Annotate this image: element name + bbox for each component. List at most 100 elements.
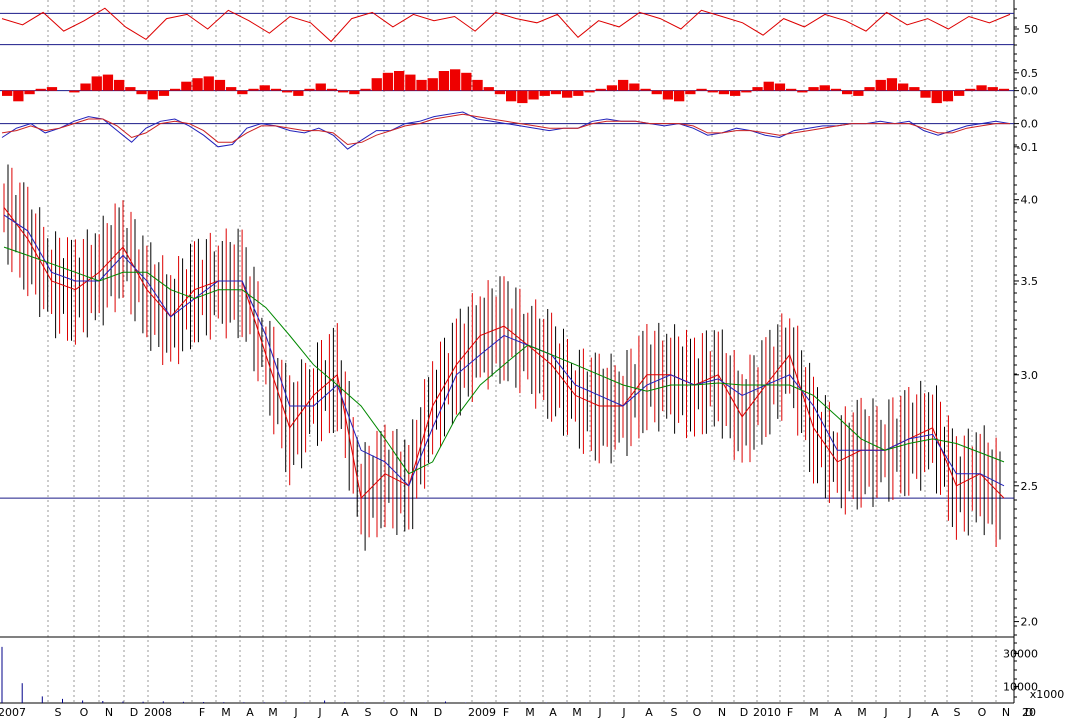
momentum-bar	[259, 85, 270, 91]
x-tick-label: A	[834, 706, 842, 719]
momentum-bar	[416, 79, 427, 91]
y-tick-label: 3.5	[1021, 275, 1039, 288]
momentum-bar	[382, 72, 394, 91]
momentum-bar	[674, 90, 685, 102]
momentum-bar	[931, 90, 942, 104]
momentum-bar	[741, 90, 752, 93]
y-tick-label: 30000	[1003, 648, 1038, 661]
momentum-bar	[360, 88, 371, 91]
momentum-bar	[539, 90, 550, 96]
momentum-bar	[763, 81, 774, 91]
x-tick-label: S	[671, 706, 678, 719]
x-tick-label: O	[80, 706, 89, 719]
momentum-bar	[696, 88, 707, 91]
momentum-bar	[394, 71, 405, 91]
momentum-bar	[842, 90, 853, 95]
x-tick-label: S	[365, 706, 372, 719]
chart-canvas: 50 0.50.0 0.0-0.1 4.03.53.02.52.0 300001…	[0, 0, 1065, 719]
x-tick-label: J	[317, 706, 321, 719]
momentum-bar	[987, 87, 998, 91]
axes: 2007 S O N D 2008 F M A M J J A S O N D 2009 F M A M J J A S O N D 20…	[0, 706, 1036, 719]
stock-chart: 50 0.5 0.0 0.0 -0.1 4.0 3.5 3.0 2.5 2.0 30000 1…	[0, 0, 1070, 721]
rsi-panel: 50	[0, 7, 1038, 55]
momentum-bar	[562, 90, 573, 98]
momentum-bar	[752, 87, 763, 91]
x-tick-label: 2008	[144, 706, 172, 719]
momentum-bar	[237, 90, 248, 95]
momentum-bar	[808, 87, 819, 91]
momentum-bar	[214, 79, 226, 91]
x-tick-label: F	[199, 706, 205, 719]
momentum-bar	[629, 83, 640, 91]
momentum-bar	[584, 90, 595, 93]
momentum-bar	[640, 88, 651, 91]
momentum-bar	[147, 90, 158, 100]
momentum-bar	[942, 90, 954, 102]
x-tick-label: S	[55, 706, 62, 719]
panel-frames	[0, 0, 1015, 704]
momentum-bar	[2, 90, 13, 96]
momentum-bar	[875, 79, 886, 91]
momentum-bar	[718, 90, 730, 95]
x-tick-label: D	[740, 706, 748, 719]
momentum-bar	[864, 87, 875, 91]
momentum-bar	[338, 90, 349, 93]
momentum-bar	[819, 85, 830, 91]
x-tick-label: M	[525, 706, 535, 719]
y-tick-label: 4.0	[1021, 194, 1039, 207]
x-tick-label: O	[978, 706, 987, 719]
x-tick-label: 2009	[468, 706, 496, 719]
x-tick-label: F	[503, 706, 509, 719]
momentum-bar	[125, 87, 136, 91]
x-tick-label: S	[954, 706, 961, 719]
macd-panel: 0.0 -0.1	[0, 111, 1038, 164]
momentum-bar	[494, 90, 506, 95]
momentum-panel: 0.50.0	[0, 60, 1039, 107]
momentum-bar	[573, 90, 584, 96]
momentum-bar	[965, 88, 976, 91]
y-tick-label: 0.0	[1021, 85, 1039, 98]
momentum-bar	[606, 85, 618, 91]
momentum-bar	[506, 90, 517, 102]
momentum-bar	[662, 90, 674, 100]
momentum-bar	[920, 90, 931, 98]
x-tick-label: A	[549, 706, 557, 719]
x-tick-label: J	[597, 706, 601, 719]
momentum-bar	[472, 79, 483, 91]
x-tick-label: M	[809, 706, 819, 719]
momentum-bar	[304, 88, 315, 91]
momentum-bar	[438, 71, 450, 91]
x-tick-label: 2010	[753, 706, 781, 719]
momentum-bar	[326, 88, 338, 91]
signal-line	[1, 113, 1010, 146]
momentum-bar	[35, 88, 46, 91]
momentum-bar	[114, 79, 125, 91]
momentum-bar	[80, 83, 91, 91]
momentum-bar	[24, 90, 35, 95]
momentum-bar	[170, 88, 181, 91]
momentum-bar	[898, 83, 909, 91]
momentum-bar	[954, 90, 965, 96]
momentum-bar	[69, 90, 80, 93]
x-tick-label: O	[390, 706, 399, 719]
momentum-bar	[315, 83, 326, 91]
momentum-bar	[517, 90, 528, 104]
x-tick-label: D	[130, 706, 138, 719]
momentum-bar	[450, 69, 461, 91]
momentum-bar	[181, 81, 192, 91]
momentum-bar	[102, 74, 114, 91]
momentum-bar	[730, 90, 741, 96]
volume-panel: 3000010000x1000	[1, 642, 1065, 703]
volume-unit-label: x1000	[1030, 688, 1065, 701]
momentum-bar	[707, 90, 718, 93]
x-tick-label: N	[105, 706, 113, 719]
x-tick-label: J	[883, 706, 887, 719]
momentum-bar	[998, 88, 1010, 91]
x-tick-label: A	[341, 706, 349, 719]
x-tick-label: O	[693, 706, 702, 719]
y-tick-label: -0.1	[1017, 141, 1038, 154]
x-tick-label: M	[572, 706, 582, 719]
momentum-bar	[483, 87, 494, 91]
momentum-bar	[685, 90, 696, 95]
x-tick-label: D	[434, 706, 442, 719]
